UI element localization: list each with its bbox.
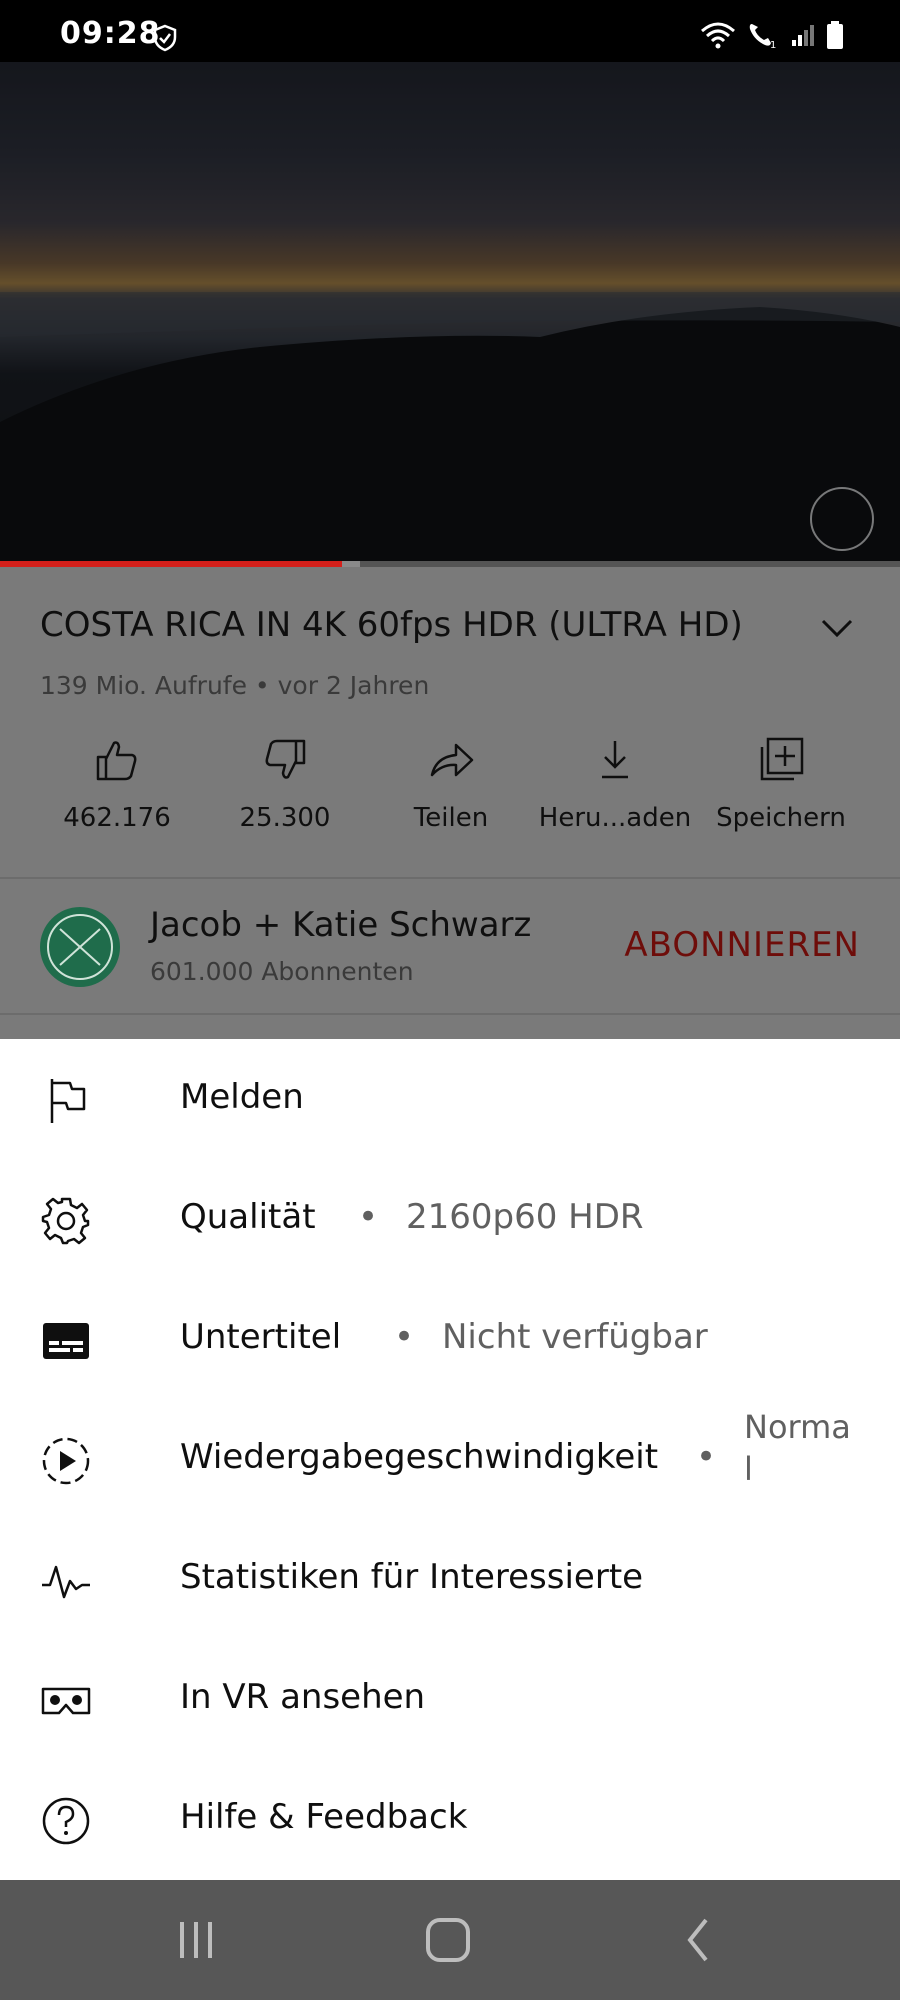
playback-speed-icon (42, 1437, 90, 1485)
share-button[interactable]: Teilen (366, 735, 536, 833)
menu-separator: • (696, 1437, 717, 1477)
action-row: 462.176 25.300 Teilen Heru...aden Speich… (0, 735, 900, 845)
menu-item-vr[interactable]: In VR ansehen (0, 1639, 900, 1759)
menu-value: Normal (744, 1408, 851, 1488)
channel-name[interactable]: Jacob + Katie Schwarz (150, 905, 531, 945)
dislike-count: 25.300 (239, 803, 331, 833)
download-label: Heru...aden (538, 803, 692, 833)
menu-label: Wiedergabegeschwindigkeit (180, 1437, 659, 1477)
video-player[interactable] (0, 62, 900, 565)
save-playlist-icon (760, 737, 804, 781)
thumbs-down-icon (265, 739, 306, 779)
menu-value: 2160p60 HDR (406, 1197, 644, 1237)
system-navigation-bar (0, 1880, 900, 2000)
download-icon (602, 741, 628, 779)
thumbs-up-icon (96, 741, 137, 781)
channel-avatar[interactable] (40, 907, 120, 987)
back-icon[interactable] (670, 1912, 730, 1968)
status-icons: 1 (700, 20, 844, 50)
video-info-panel: COSTA RICA IN 4K 60fps HDR (ULTRA HD) 13… (0, 567, 900, 1039)
wifi-call-icon: 1 (749, 24, 776, 50)
menu-label: Hilfe & Feedback (180, 1797, 468, 1837)
like-count: 462.176 (63, 803, 171, 833)
save-button[interactable]: Speichern (696, 735, 866, 833)
menu-item-subtitles[interactable]: Untertitel • Nicht verfügbar (0, 1279, 900, 1399)
divider (0, 1013, 900, 1015)
menu-item-stats[interactable]: Statistiken für Interessierte (0, 1519, 900, 1639)
save-label: Speichern (716, 803, 846, 833)
signal-icon (792, 25, 814, 46)
help-icon (42, 1797, 90, 1845)
like-button[interactable]: 462.176 (32, 735, 202, 833)
recent-apps-icon[interactable] (166, 1912, 226, 1968)
options-bottom-sheet: Melden Qualität • 2160p60 HDR Untertitel… (0, 1039, 900, 1880)
channel-watermark[interactable] (810, 487, 874, 551)
status-time: 09:28 (60, 16, 161, 51)
menu-separator: • (358, 1197, 379, 1237)
share-label: Teilen (413, 803, 489, 833)
menu-item-quality[interactable]: Qualität • 2160p60 HDR (0, 1159, 900, 1279)
video-dim-overlay (0, 62, 900, 565)
download-button[interactable]: Heru...aden (530, 735, 700, 833)
subscribe-button[interactable]: ABONNIEREN (624, 925, 860, 965)
menu-label: Untertitel (180, 1317, 342, 1357)
wifi-icon (701, 22, 735, 49)
shield-icon (153, 24, 177, 52)
status-bar: 09:28 1 (0, 0, 900, 62)
subtitles-icon (43, 1323, 89, 1359)
svg-text:1: 1 (770, 40, 776, 50)
menu-item-playback-speed[interactable]: Wiedergabegeschwindigkeit • Normal (0, 1399, 900, 1519)
channel-logo-icon (47, 914, 113, 980)
gear-icon (41, 1197, 90, 1245)
menu-item-report[interactable]: Melden (0, 1039, 900, 1159)
menu-separator: • (394, 1317, 415, 1357)
menu-label: Melden (180, 1077, 304, 1117)
vr-headset-icon (41, 1687, 91, 1715)
share-icon (430, 743, 474, 777)
menu-item-help[interactable]: Hilfe & Feedback (0, 1759, 900, 1879)
video-meta: 139 Mio. Aufrufe • vor 2 Jahren (40, 671, 430, 700)
home-icon[interactable] (418, 1912, 478, 1968)
stats-icon (42, 1565, 90, 1599)
flag-icon (50, 1079, 86, 1123)
battery-icon (827, 21, 843, 49)
dislike-button[interactable]: 25.300 (200, 735, 370, 833)
menu-label: Statistiken für Interessierte (180, 1557, 644, 1597)
menu-value: Nicht verfügbar (442, 1317, 708, 1357)
menu-label: Qualität (180, 1197, 316, 1237)
menu-label: In VR ansehen (180, 1677, 426, 1717)
video-title[interactable]: COSTA RICA IN 4K 60fps HDR (ULTRA HD) (40, 605, 800, 645)
chevron-down-icon[interactable] (820, 617, 854, 639)
divider (0, 877, 900, 879)
channel-subscribers: 601.000 Abonnenten (150, 957, 414, 986)
